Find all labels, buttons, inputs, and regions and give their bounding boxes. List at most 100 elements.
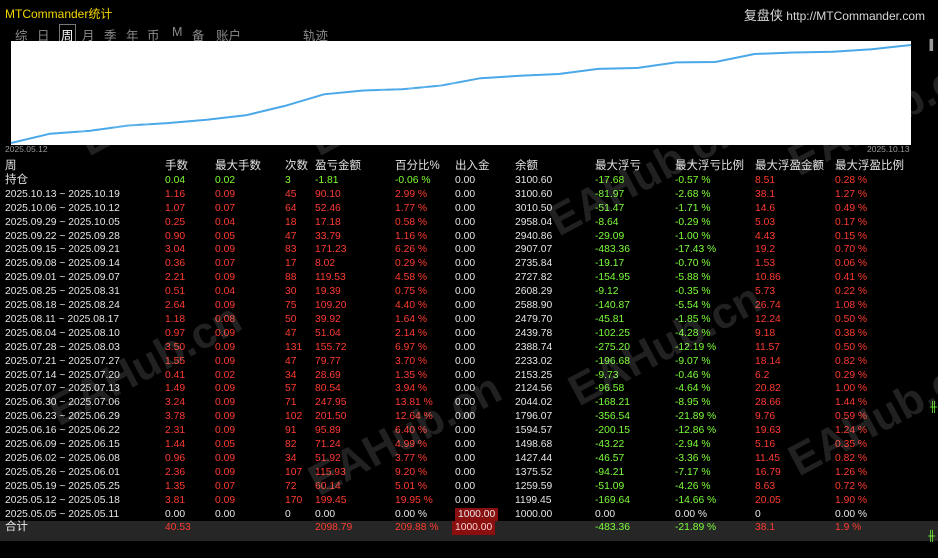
cell-lots: 1.18 [165, 313, 186, 325]
cell-count: 47 [285, 230, 297, 242]
cell-pct: 3.77 % [395, 452, 428, 464]
cell-max_fp_pct: 0.70 % [835, 244, 868, 256]
cell-week: 2025.09.01 ~ 2025.09.07 [5, 272, 120, 284]
cell-lots: 1.49 [165, 383, 186, 395]
cell-max_fp: 38.1 [755, 188, 776, 200]
holding-cell-max_fp_pct: 0.28 % [835, 174, 868, 186]
cell-lots: 0.36 [165, 258, 186, 270]
cell-max_fp: 26.74 [755, 300, 781, 311]
total-max-dd-pct: -21.89 % [675, 522, 717, 534]
cell-week: 2025.08.25 ~ 2025.08.31 [5, 286, 120, 298]
cell-count: 102 [285, 411, 303, 423]
cell-max_lots: 0.09 [215, 355, 236, 367]
table-row: 2025.06.23 ~ 2025.06.29 3.78 0.09 102 201.50… [0, 410, 938, 424]
cell-pct: 6.26 % [395, 244, 428, 256]
table-row: 2025.07.21 ~ 2025.07.27 1.55 0.09 47 79.77 3.… [0, 355, 938, 369]
column-header: 出入金 [455, 160, 490, 172]
cell-lots: 0.90 [165, 230, 186, 242]
cell-deposit: 0.00 [455, 300, 476, 311]
cell-week: 2025.08.04 ~ 2025.08.10 [5, 327, 120, 339]
cell-max_dd_pct: -17.43 % [675, 244, 717, 256]
cell-max_dd_pct: -2.94 % [675, 439, 711, 450]
holding-row: 持仓 0.04 0.02 3 -1.81 -0.06 % 0.00 3100.60 -17.68… [0, 174, 938, 188]
table-row: 2025.06.30 ~ 2025.07.06 3.24 0.09 71 247.95 1… [0, 396, 938, 410]
column-header: 周 [5, 160, 17, 172]
cell-max_fp_pct: 0.29 % [835, 369, 868, 381]
cell-deposit: 0.00 [455, 452, 476, 464]
column-header: 最大手数 [215, 160, 261, 172]
table-row: 2025.10.13 ~ 2025.10.19 1.16 0.09 45 90.10 2.… [0, 188, 938, 202]
cell-lots: 3.50 [165, 341, 186, 353]
cell-week: 2025.06.23 ~ 2025.06.29 [5, 411, 120, 423]
table-row: 2025.07.28 ~ 2025.08.03 3.50 0.09 131 155.72… [0, 341, 938, 355]
cell-max_fp_pct: 0.50 % [835, 313, 868, 325]
cell-max_fp_pct: 0.50 % [835, 341, 868, 353]
cell-max_dd: -94.21 [595, 466, 625, 478]
column-header: 余额 [515, 160, 538, 172]
brand[interactable]: 复盘侠 http://MTCommander.com [744, 5, 925, 24]
table-row: 2025.05.12 ~ 2025.05.18 3.81 0.09 170 199.45… [0, 494, 938, 508]
cell-pl: 60.14 [315, 480, 341, 492]
cell-max_dd_pct: -1.85 % [675, 313, 711, 325]
cell-deposit: 0.00 [455, 327, 476, 339]
cell-lots: 1.44 [165, 439, 186, 450]
cell-week: 2025.10.13 ~ 2025.10.19 [5, 188, 120, 200]
cell-week: 2025.07.21 ~ 2025.07.27 [5, 355, 120, 367]
cell-pct: 1.35 % [395, 369, 428, 381]
total-pct: 209.88 % [395, 522, 439, 534]
cell-max_dd_pct: -7.17 % [675, 466, 711, 478]
cell-pl: 19.39 [315, 286, 341, 298]
cell-max_dd: -46.57 [595, 452, 625, 464]
cell-pct: 0.29 % [395, 258, 428, 270]
total-row: 合计 40.53 2098.79 209.88 % 1000.00 -483.36 -21.… [0, 521, 938, 542]
cell-balance: 1199.45 [515, 494, 552, 506]
chart-background [11, 41, 911, 145]
brand-url[interactable]: http://MTCommander.com [786, 9, 925, 23]
cell-pl: 115.93 [315, 466, 346, 478]
total-deposit: 1000.00 [452, 521, 496, 536]
cell-balance: 2588.90 [515, 300, 553, 311]
column-header: 百分比% [395, 160, 440, 172]
cell-max_dd_pct: -5.88 % [675, 272, 711, 284]
table-row: 2025.10.06 ~ 2025.10.12 1.07 0.07 64 52.46 1.… [0, 202, 938, 216]
tab-7[interactable]: M [172, 25, 182, 39]
cell-deposit: 0.00 [455, 313, 476, 325]
cell-max_fp: 11.45 [755, 452, 781, 464]
column-header: 最大浮亏比例 [675, 160, 744, 172]
cell-max_fp: 1.53 [755, 258, 776, 270]
cell-pct: 13.81 % [395, 397, 433, 409]
cell-max_lots: 0.09 [215, 300, 236, 311]
cell-max_fp: 14.6 [755, 202, 776, 214]
cell-max_dd_pct: -4.64 % [675, 383, 711, 395]
cell-lots: 0.00 [165, 508, 186, 520]
cell-max_dd_pct: -0.29 % [675, 216, 711, 228]
cell-pl: 80.54 [315, 383, 341, 395]
cell-balance: 2153.25 [515, 369, 553, 381]
cell-deposit: 0.00 [455, 355, 476, 367]
cell-max_fp_pct: 0.72 % [835, 480, 868, 492]
chart-end-date: 2025.10.13 [867, 144, 910, 154]
cell-balance: 1000.00 [515, 508, 553, 520]
cell-max_dd_pct: -0.70 % [675, 258, 711, 270]
cell-max_lots: 0.08 [215, 313, 236, 325]
balance-chart [11, 41, 911, 145]
cell-deposit: 0.00 [455, 439, 476, 450]
cell-max_fp_pct: 1.08 % [835, 300, 868, 311]
cell-deposit: 0.00 [455, 494, 476, 506]
cell-pct: 4.99 % [395, 439, 428, 450]
cell-pl: 52.46 [315, 202, 341, 214]
cell-pl: 171.23 [315, 244, 347, 256]
cell-week: 2025.09.08 ~ 2025.09.14 [5, 258, 120, 270]
cell-max_fp_pct: 0.17 % [835, 216, 868, 228]
cell-week: 2025.07.07 ~ 2025.07.13 [5, 383, 120, 395]
chart-start-date: 2025.05.12 [5, 144, 48, 154]
cell-max_fp: 16.79 [755, 466, 781, 478]
cell-max_fp_pct: 0.38 % [835, 327, 868, 339]
cell-max_dd: -43.22 [595, 439, 625, 450]
cell-max_lots: 0.00 [215, 508, 236, 520]
cell-pl: 39.92 [315, 313, 341, 325]
cell-deposit: 0.00 [455, 244, 476, 256]
cell-max_fp: 4.43 [755, 230, 776, 242]
cell-max_fp_pct: 1.24 % [835, 425, 868, 437]
table-row: 2025.09.29 ~ 2025.10.05 0.25 0.04 18 17.18 0.… [0, 216, 938, 230]
